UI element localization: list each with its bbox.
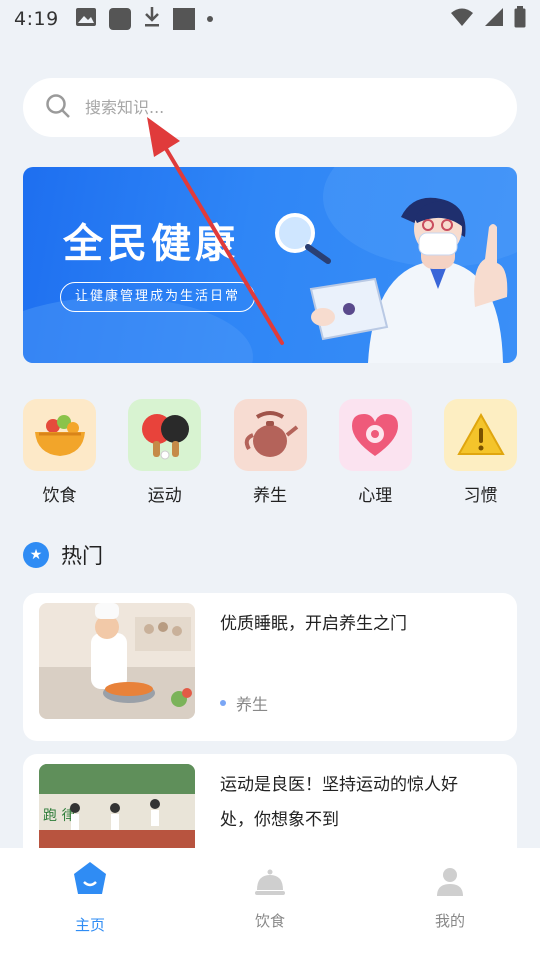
heart-icon [338,399,412,471]
category-label: 运动 [147,486,182,506]
cell-signal-icon [484,7,504,32]
tag-dot [220,700,226,706]
status-bar: 4:19 [0,0,540,38]
category-sports[interactable]: 运动 [128,399,202,506]
more-notifications-dot-icon [206,16,213,22]
banner-title: 全民健康 [63,221,239,267]
home-icon [72,860,108,900]
food-bowl-icon [23,399,96,471]
search-bar[interactable] [23,78,517,137]
article-title: 运动是良医！坚持运动的惊人好处，你想象不到 [220,775,458,830]
category-habits[interactable]: 习惯 [444,399,517,506]
svg-text:跑 律: 跑 律 [43,808,75,824]
category-label: 饮食 [42,486,77,506]
category-psychology[interactable]: 心理 [338,399,412,506]
article-title: 优质睡眠，开启养生之门 [220,614,407,634]
category-wellness[interactable]: 养生 [233,399,307,506]
tab-food[interactable]: 饮食 [180,848,360,960]
category-label: 习惯 [463,486,498,506]
article-thumbnail [39,603,195,719]
app-notification-icon [108,8,131,30]
user-icon [434,860,466,902]
status-time: 4:19 [14,8,59,30]
category-label: 养生 [253,486,287,506]
tab-label: 我的 [434,912,465,930]
download-icon [143,6,161,33]
search-icon [45,93,71,123]
battery-icon [514,5,526,33]
promo-banner[interactable]: 全民健康 让健康管理成为生活日常 [23,167,517,363]
tab-home[interactable]: 主页 [0,848,180,960]
banner-subtitle: 让健康管理成为生活日常 [60,282,256,312]
tag-label: 养生 [236,695,269,714]
tab-profile[interactable]: 我的 [360,848,540,960]
image-notification-icon [75,7,97,32]
warning-icon [444,399,517,471]
dish-icon [254,860,286,902]
ping-pong-icon [128,399,202,471]
tab-label: 饮食 [254,912,285,930]
search-input[interactable] [85,98,465,117]
tab-label: 主页 [74,916,105,934]
hot-section-header: ★ 热门 [23,540,103,570]
category-label: 心理 [358,486,393,506]
app-notification-icon-2 [172,8,195,30]
category-food[interactable]: 饮食 [23,399,96,506]
article-tag: 养生 [220,691,268,715]
category-grid: 饮食 运动 养生 心理 习惯 [23,399,517,506]
article-card[interactable]: 优质睡眠，开启养生之门 养生 [23,593,517,741]
star-icon: ★ [23,542,49,568]
teapot-icon [233,399,307,471]
bottom-tab-bar: 主页 饮食 我的 [0,848,540,960]
wifi-icon [450,7,474,32]
section-title: 热门 [61,544,103,568]
